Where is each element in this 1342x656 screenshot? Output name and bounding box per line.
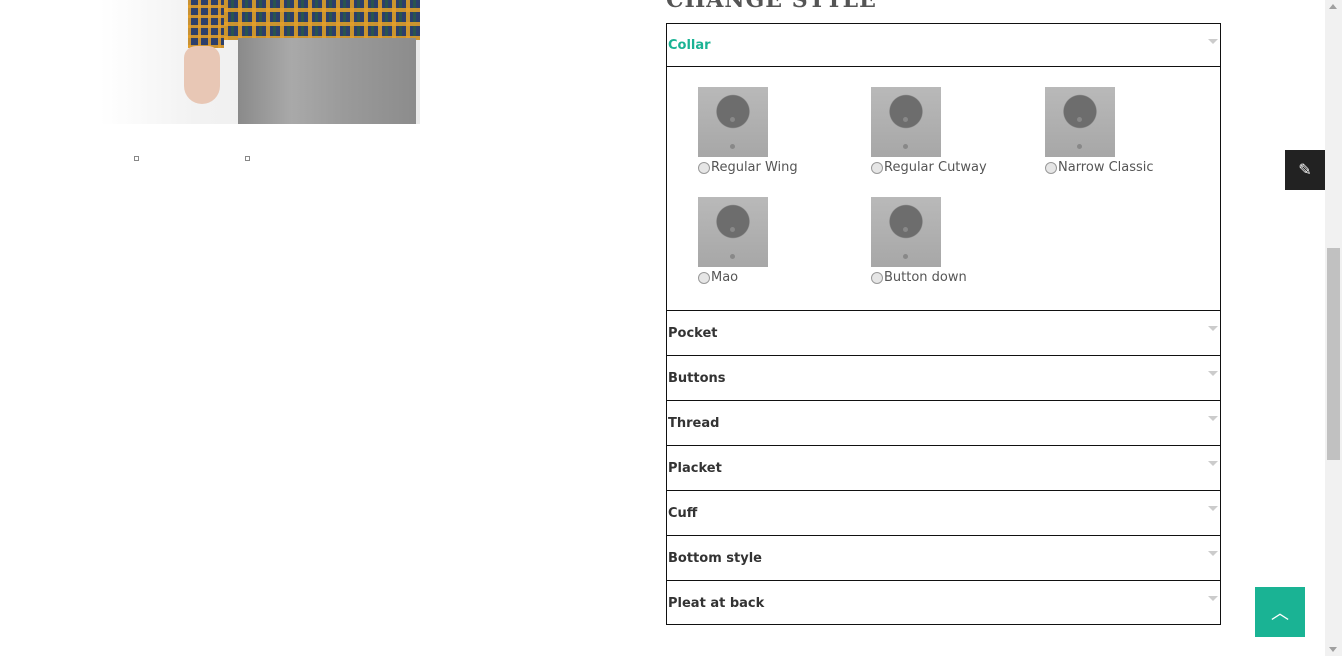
accordion-header-placket[interactable]: Placket <box>667 446 1220 491</box>
accordion-header-label: Buttons <box>668 370 726 386</box>
collar-button-down-image[interactable] <box>871 197 941 267</box>
collar-option-label[interactable]: Narrow Classic <box>1045 160 1215 175</box>
scroll-up-arrow-icon[interactable] <box>1329 4 1337 9</box>
chevron-down-icon <box>1208 371 1218 376</box>
accordion-header-bottom-style[interactable]: Bottom style <box>667 536 1220 581</box>
chevron-down-icon <box>1208 461 1218 466</box>
accordion-header-pocket[interactable]: Pocket <box>667 311 1220 356</box>
collar-option[interactable]: Regular Cutway <box>871 87 1041 175</box>
chevron-down-icon <box>1208 416 1218 421</box>
style-accordion: Collar Regular Wing Regular Cutway Narro… <box>666 23 1221 625</box>
option-text: Mao <box>711 270 739 285</box>
chevron-down-icon <box>1208 551 1218 556</box>
pencil-icon: ✎ <box>1298 162 1312 179</box>
chevron-up-icon: ︿ <box>1271 603 1289 623</box>
shirt-body <box>224 0 420 40</box>
chevron-down-icon <box>1208 39 1218 44</box>
scrollbar-thumb[interactable] <box>1327 248 1340 460</box>
option-text: Narrow Classic <box>1058 160 1154 175</box>
jeans <box>238 38 416 124</box>
shirt-sleeve <box>188 0 224 48</box>
thumbnail-dot[interactable] <box>245 156 250 161</box>
accordion-header-label: Bottom style <box>668 550 762 566</box>
collar-option-label[interactable]: Button down <box>871 270 1041 285</box>
accordion-header-cuff[interactable]: Cuff <box>667 491 1220 536</box>
product-image <box>100 0 420 124</box>
chevron-down-icon <box>1208 596 1218 601</box>
collar-option[interactable]: Regular Wing <box>698 87 868 175</box>
collar-option-label[interactable]: Regular Cutway <box>871 160 1041 175</box>
accordion-header-label: Cuff <box>668 505 698 521</box>
collar-regular-cutway-image[interactable] <box>871 87 941 157</box>
collar-option-label[interactable]: Mao <box>698 270 868 285</box>
page-scrollbar[interactable] <box>1325 0 1342 656</box>
scroll-down-arrow-icon[interactable] <box>1329 647 1337 652</box>
collar-narrow-classic-image[interactable] <box>1045 87 1115 157</box>
hand <box>184 46 220 104</box>
option-text: Regular Cutway <box>884 160 987 175</box>
accordion-header-label: Thread <box>668 415 720 431</box>
collar-regular-wing-image[interactable] <box>698 87 768 157</box>
accordion-header-thread[interactable]: Thread <box>667 401 1220 446</box>
accordion-header-label: Collar <box>668 37 711 53</box>
radio-button[interactable] <box>698 271 710 284</box>
chevron-down-icon <box>1208 506 1218 511</box>
chevron-down-icon <box>1208 326 1218 331</box>
accordion-header-pleat-at-back[interactable]: Pleat at back <box>667 581 1220 625</box>
option-text: Button down <box>884 270 967 285</box>
accordion-header-label: Pocket <box>668 325 718 341</box>
accordion-header-label: Pleat at back <box>668 595 765 611</box>
radio-button[interactable] <box>871 161 883 174</box>
radio-button[interactable] <box>871 271 883 284</box>
section-title: CHANGE STYLE <box>666 0 877 13</box>
collar-options: Regular Wing Regular Cutway Narrow Class… <box>667 67 1220 311</box>
collar-option-label[interactable]: Regular Wing <box>698 160 868 175</box>
accordion-header-collar[interactable]: Collar <box>667 24 1220 67</box>
collar-mao-image[interactable] <box>698 197 768 267</box>
collar-option[interactable]: Narrow Classic <box>1045 87 1215 175</box>
accordion-header-buttons[interactable]: Buttons <box>667 356 1220 401</box>
scroll-to-top-button[interactable]: ︿ <box>1255 587 1305 637</box>
edit-button[interactable]: ✎ <box>1285 150 1325 190</box>
option-text: Regular Wing <box>711 160 798 175</box>
collar-option[interactable]: Mao <box>698 197 868 285</box>
thumbnail-dot[interactable] <box>134 156 139 161</box>
collar-option[interactable]: Button down <box>871 197 1041 285</box>
accordion-header-label: Placket <box>668 460 722 476</box>
radio-button[interactable] <box>698 161 710 174</box>
radio-button[interactable] <box>1045 161 1057 174</box>
